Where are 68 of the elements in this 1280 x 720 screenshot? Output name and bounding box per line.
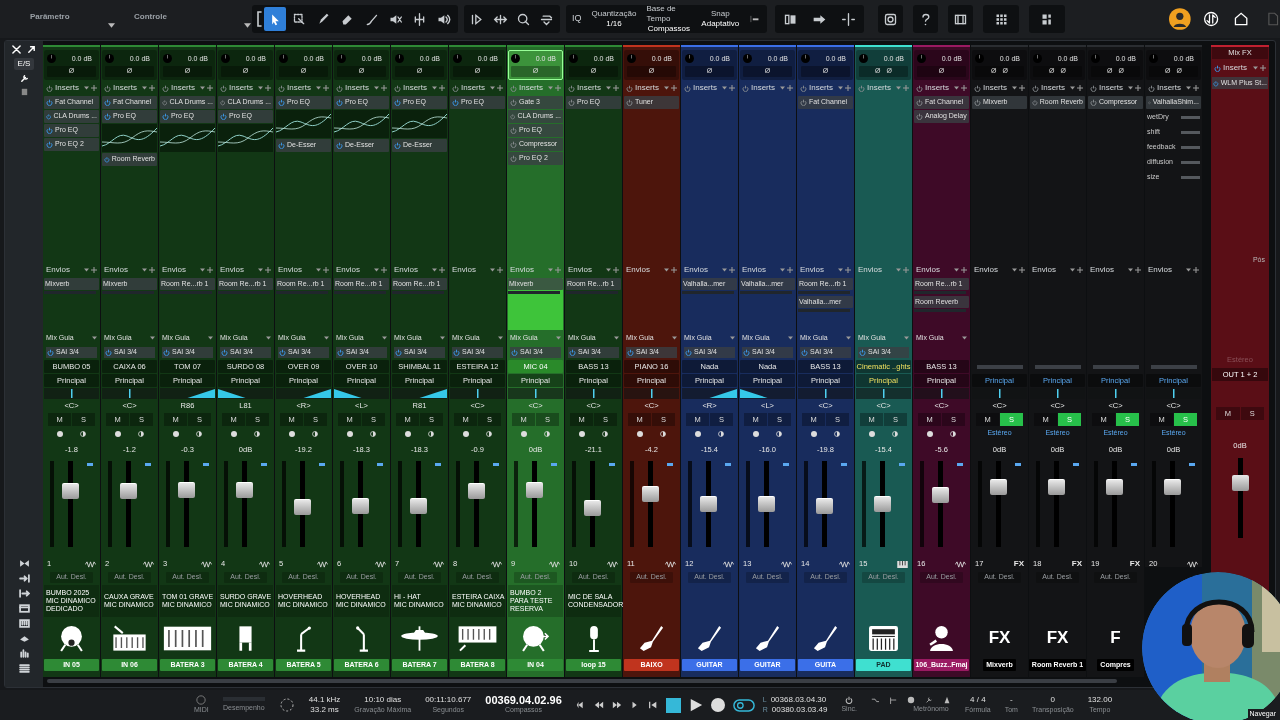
inserts-header[interactable]: Inserts (113, 82, 137, 94)
io-button[interactable]: E/S (13, 58, 35, 70)
fx-label: FX (1013, 558, 1024, 570)
quantize-dropdown[interactable]: 1/16 (606, 19, 622, 29)
sends-header[interactable]: Envios (684, 264, 708, 276)
sends-header[interactable]: Envios (800, 264, 824, 276)
inserts-header[interactable]: Inserts (983, 82, 1007, 94)
timebase-label: Base de Tempo (646, 4, 677, 24)
inserts-header[interactable]: Inserts (577, 82, 601, 94)
inserts-header[interactable]: Inserts (925, 82, 949, 94)
timebase-dropdown[interactable]: Compassos (647, 24, 690, 34)
parameter-label: Parâmetro (30, 10, 70, 23)
sends-header[interactable]: Envios (1032, 264, 1056, 276)
fx-icon-text: FX (988, 627, 1011, 650)
sends-header[interactable]: Envios (1148, 264, 1172, 276)
sends-header[interactable]: Envios (162, 264, 186, 276)
time-seconds: 00:11:10.677 (425, 695, 472, 705)
sends-header[interactable]: Envios (104, 264, 128, 276)
sends-header[interactable]: Envios (858, 264, 882, 276)
iq-button[interactable]: IQ (572, 12, 582, 26)
fx-icon-text: F (1110, 627, 1121, 650)
control-label: Controle (134, 10, 167, 23)
inserts-header[interactable]: Inserts (751, 82, 775, 94)
tempo-value: 132.00 (1087, 695, 1113, 705)
loop-end: 00380.03.03.49 (771, 705, 828, 715)
fx-label: FX (1071, 558, 1082, 570)
sends-header[interactable]: Envios (974, 264, 998, 276)
inserts-header[interactable]: Inserts (635, 82, 659, 94)
inserts-header[interactable]: Inserts (345, 82, 369, 94)
sends-header[interactable]: Envios (336, 264, 360, 276)
transpose-value: 0 (1050, 695, 1055, 705)
quantize-label: Quantização (591, 9, 637, 19)
inserts-header[interactable]: Inserts (1157, 82, 1181, 94)
inserts-header[interactable]: Inserts (1099, 82, 1123, 94)
inserts-header[interactable]: Inserts (287, 82, 311, 94)
inserts-header[interactable]: Inserts (403, 82, 427, 94)
inserts-header[interactable]: Inserts (461, 82, 485, 94)
fx-label: FX (1129, 558, 1140, 570)
latency: 33.2 ms (310, 705, 339, 715)
sample-rate: 44.1 kHz (308, 695, 341, 705)
key-value: - (1009, 695, 1013, 705)
sends-header[interactable]: Envios (568, 264, 592, 276)
sends-header[interactable]: Envios (916, 264, 940, 276)
snap-label: Snap (710, 9, 730, 19)
record-time: 10:10 dias (364, 695, 402, 705)
sends-header[interactable]: Envios (626, 264, 650, 276)
inserts-header[interactable]: Inserts (229, 82, 253, 94)
sends-header[interactable]: Envios (742, 264, 766, 276)
inserts-header[interactable]: Inserts (693, 82, 717, 94)
inserts-header[interactable]: Inserts (809, 82, 833, 94)
time-bars: 00369.04.02.96 (485, 695, 562, 705)
inserts-header[interactable]: Inserts (55, 82, 79, 94)
inserts-header[interactable]: Inserts (519, 82, 543, 94)
sends-header[interactable]: Envios (46, 264, 70, 276)
snap-dropdown[interactable]: Adaptativo (701, 19, 740, 29)
sends-header[interactable]: Envios (452, 264, 476, 276)
inserts-header[interactable]: Inserts (867, 82, 891, 94)
sends-header[interactable]: Envios (220, 264, 244, 276)
sends-header[interactable]: Envios (510, 264, 534, 276)
inserts-header[interactable]: Inserts (171, 82, 195, 94)
fx-icon-text: FX (1046, 627, 1069, 650)
time-signature: 4 / 4 (970, 695, 986, 705)
inserts-header[interactable]: Inserts (1041, 82, 1065, 94)
sends-header[interactable]: Envios (394, 264, 418, 276)
inserts-header[interactable]: Inserts (1223, 62, 1247, 74)
loop-start: 00368.03.04.30 (770, 695, 827, 705)
sends-header[interactable]: Envios (278, 264, 302, 276)
sends-header[interactable]: Envios (1090, 264, 1114, 276)
